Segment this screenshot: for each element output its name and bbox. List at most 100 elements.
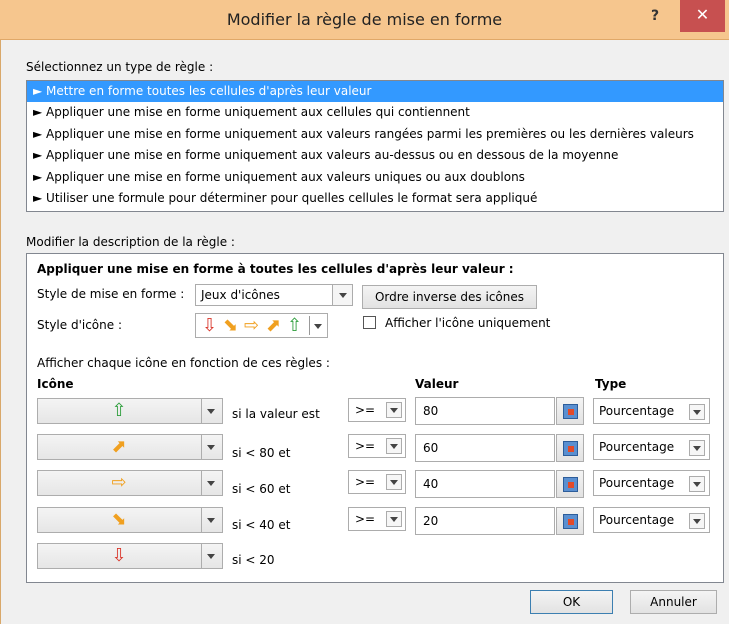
chevron-down-icon[interactable] [207, 481, 215, 486]
ok-button[interactable]: OK [530, 590, 613, 614]
rule-type-item-unique-duplicate[interactable]: ► Appliquer une mise en forme uniquement… [27, 167, 723, 188]
divider [201, 399, 202, 423]
red-down-arrow-icon: ⇩ [111, 545, 127, 566]
window-title: Modifier la règle de mise en forme [226, 10, 503, 29]
chevron-down-icon[interactable] [207, 554, 215, 559]
chevron-down-icon[interactable] [207, 518, 215, 523]
chevron-down-icon[interactable] [386, 438, 402, 454]
divider [201, 544, 202, 568]
chevron-down-icon[interactable] [689, 404, 705, 420]
rule-row-4-type: Pourcentage [599, 513, 675, 527]
column-header-value: Valeur [415, 377, 459, 391]
divider [201, 508, 202, 532]
rule-row-1-range-picker-button[interactable] [556, 397, 584, 425]
rule-row-1-type: Pourcentage [599, 404, 675, 418]
green-up-arrow-icon: ⇧ [287, 315, 303, 336]
yellow-down-right-arrow-icon: ⬊ [223, 315, 239, 336]
rule-row-4-condition: si < 40 et [232, 518, 291, 532]
green-up-arrow-icon: ⇧ [111, 400, 127, 421]
chevron-down-icon[interactable] [386, 402, 402, 418]
rule-row-1-value-input[interactable]: 80 [415, 397, 555, 425]
rule-row-3-type-select[interactable]: Pourcentage [593, 470, 710, 496]
rule-type-item-contains[interactable]: ► Appliquer une mise en forme uniquement… [27, 102, 723, 123]
rule-type-item-formula[interactable]: ► Utiliser une formule pour déterminer p… [27, 188, 723, 209]
rule-row-3-operator: >= [355, 475, 376, 489]
rule-row-1-icon-select[interactable]: ⇧ [37, 398, 223, 424]
red-down-arrow-icon: ⇩ [202, 315, 218, 336]
rule-description-label: Modifier la description de la règle : [26, 235, 235, 249]
rule-row-4-value: 20 [423, 514, 439, 528]
range-picker-icon [563, 441, 578, 456]
yellow-up-right-arrow-icon: ⬈ [111, 436, 127, 457]
divider [201, 471, 202, 495]
rule-row-1-operator: >= [355, 403, 376, 417]
divider [309, 316, 310, 335]
rule-row-3-operator-select[interactable]: >= [348, 470, 406, 494]
format-style-select[interactable]: Jeux d'icônes [195, 284, 353, 306]
rule-row-2-operator: >= [355, 439, 376, 453]
cancel-button[interactable]: Annuler [630, 590, 717, 614]
rule-row-2-type-select[interactable]: Pourcentage [593, 434, 710, 460]
chevron-down-icon[interactable] [386, 511, 402, 527]
yellow-down-right-arrow-icon: ⬊ [111, 509, 127, 530]
rule-row-2-icon-select[interactable]: ⬈ [37, 434, 223, 460]
rule-row-4-operator-select[interactable]: >= [348, 507, 406, 531]
rules-caption: Afficher chaque icône en fonction de ces… [37, 356, 330, 370]
range-picker-icon [563, 404, 578, 419]
chevron-down-icon[interactable] [207, 445, 215, 450]
rule-type-list: ► Mettre en forme toutes les cellules d'… [26, 80, 724, 212]
chevron-down-icon[interactable] [207, 409, 215, 414]
chevron-down-icon[interactable] [689, 476, 705, 492]
range-picker-icon [563, 477, 578, 492]
rule-row-3-icon-select[interactable]: ⇨ [37, 470, 223, 496]
title-bar: Modifier la règle de mise en forme ? ✕ [0, 0, 729, 40]
description-heading: Appliquer une mise en forme à toutes les… [37, 262, 514, 276]
range-picker-icon [563, 514, 578, 529]
icon-style-label: Style d'icône : [37, 318, 122, 332]
column-header-type: Type [595, 377, 627, 391]
rule-row-2-operator-select[interactable]: >= [348, 434, 406, 458]
rule-row-2-condition: si < 80 et [232, 446, 291, 460]
rule-type-item-all-cells[interactable]: ► Mettre en forme toutes les cellules d'… [27, 81, 723, 103]
rule-row-5-condition: si < 20 [232, 553, 275, 567]
rule-row-3-value-input[interactable]: 40 [415, 470, 555, 498]
rule-row-1-value: 80 [423, 404, 439, 418]
rule-row-4-icon-select[interactable]: ⬊ [37, 507, 223, 533]
divider [201, 435, 202, 459]
yellow-right-arrow-icon: ⇨ [111, 472, 127, 493]
yellow-right-arrow-icon: ⇨ [244, 315, 260, 336]
rule-row-3-condition: si < 60 et [232, 482, 291, 496]
reverse-icon-order-button[interactable]: Ordre inverse des icônes [362, 285, 537, 309]
rule-row-2-value-input[interactable]: 60 [415, 434, 555, 462]
rule-row-2-range-picker-button[interactable] [556, 434, 584, 462]
chevron-down-icon[interactable] [332, 285, 352, 305]
chevron-down-icon[interactable] [386, 474, 402, 490]
rule-row-4-range-picker-button[interactable] [556, 507, 584, 535]
rule-type-item-above-below-average[interactable]: ► Appliquer une mise en forme uniquement… [27, 145, 723, 166]
rule-type-label: Sélectionnez un type de règle : [26, 60, 214, 74]
icon-style-select[interactable]: ⇩ ⬊ ⇨ ⬈ ⇧ [195, 313, 328, 338]
rule-row-2-type: Pourcentage [599, 440, 675, 454]
help-button[interactable]: ? [645, 8, 665, 28]
rule-row-5-icon-select[interactable]: ⇩ [37, 543, 223, 569]
rule-row-4-operator: >= [355, 512, 376, 526]
close-button[interactable]: ✕ [680, 0, 725, 32]
rule-row-4-value-input[interactable]: 20 [415, 507, 555, 535]
rule-row-4-type-select[interactable]: Pourcentage [593, 507, 710, 533]
rule-row-2-value: 60 [423, 441, 439, 455]
column-header-icon: Icône [37, 377, 74, 391]
rule-row-3-range-picker-button[interactable] [556, 470, 584, 498]
rule-type-item-top-bottom[interactable]: ► Appliquer une mise en forme uniquement… [27, 124, 723, 145]
format-style-label: Style de mise en forme : [37, 287, 185, 301]
format-style-value: Jeux d'icônes [201, 288, 280, 302]
rule-row-1-condition: si la valeur est [232, 407, 320, 421]
show-icon-only-checkbox[interactable] [363, 316, 376, 329]
rule-row-1-operator-select[interactable]: >= [348, 398, 406, 422]
chevron-down-icon[interactable] [689, 440, 705, 456]
rule-row-1-type-select[interactable]: Pourcentage [593, 398, 710, 424]
rule-row-3-value: 40 [423, 477, 439, 491]
rule-row-3-type: Pourcentage [599, 476, 675, 490]
chevron-down-icon[interactable] [314, 324, 322, 329]
chevron-down-icon[interactable] [689, 513, 705, 529]
yellow-up-right-arrow-icon: ⬈ [266, 315, 282, 336]
